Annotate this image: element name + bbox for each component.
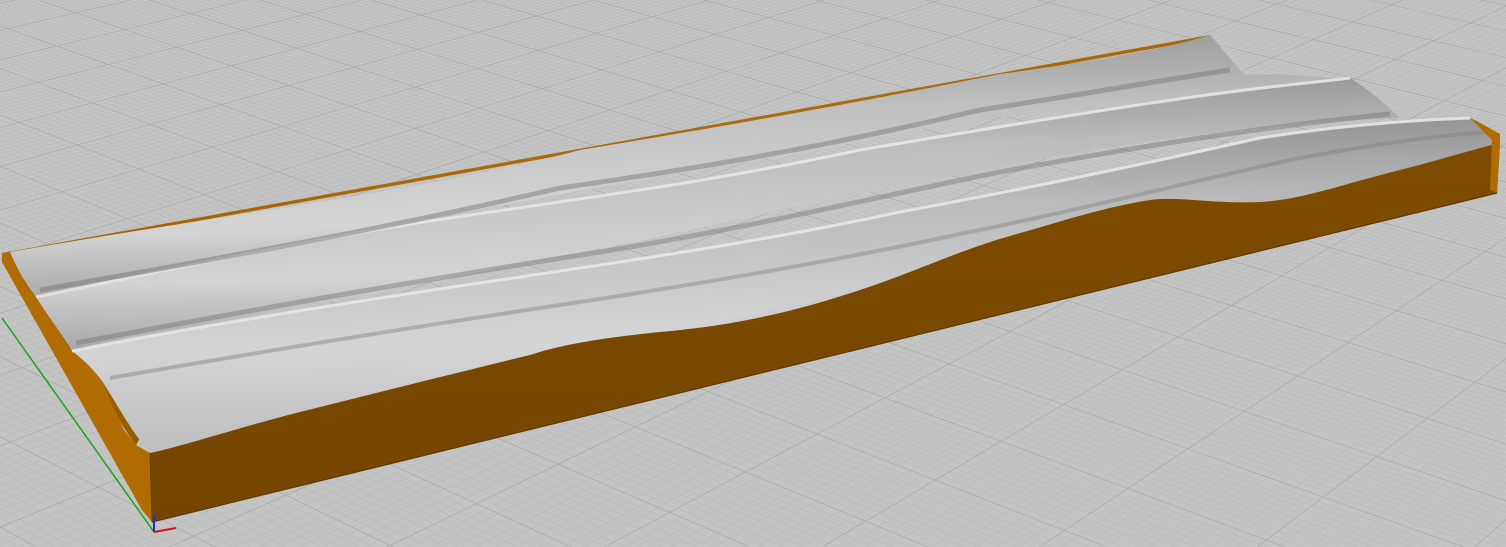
viewport-canvas[interactable] — [0, 0, 1506, 547]
3d-viewport[interactable] — [0, 0, 1506, 547]
